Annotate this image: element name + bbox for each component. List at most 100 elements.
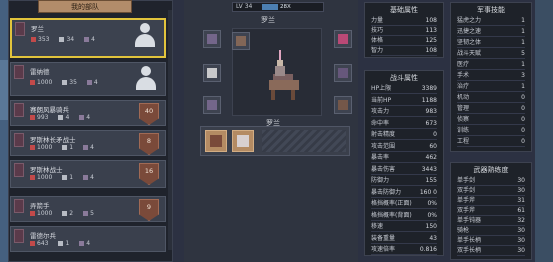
weapon-skills-panel: 武器熟练度 单手剑 30 双手剑 30 单手斧 31 双手斧 61 单手钝器 32 骑枪 30 单手长柄… [450,162,532,260]
stat-label: 单手斧 [457,197,476,204]
stat-row: 单手剑 30 [457,176,525,186]
stat-label: 当前HP [371,96,392,104]
empty-portrait-icon [134,23,156,47]
stat-label: 治疗 [457,83,470,90]
stat-value: 108 [425,17,437,24]
roster-scrollbar[interactable] [168,10,172,250]
shield-slot[interactable] [334,64,352,82]
stat-row: 当前HP 1188 [371,96,437,106]
inventory-item-potion[interactable] [232,130,254,152]
cape-icon [207,100,217,110]
accessory-slot[interactable] [203,64,221,82]
stat-value: 1 [521,83,525,90]
roster-unit[interactable]: 赛朗风暴骑兵 993 4 4 40 [10,100,166,126]
stat-value: 1188 [421,96,437,104]
xp-text: 28X [280,4,291,10]
unit-troops: 4 [58,114,69,121]
unit-stats: 643 1 4 [30,240,100,247]
stat-row: HP上限 3389 [371,84,437,94]
stat-label: 格挡概率(正面) [371,200,412,207]
stat-label: 单手剑 [457,177,476,184]
stat-label: 射击精度 [371,131,396,138]
shield-icon [58,115,64,120]
heart-icon [30,211,35,216]
unit-troops: 34 [59,36,74,43]
unit-portrait [14,103,24,117]
stat-label: 单手长柄 [457,237,482,244]
military-skills-title: 军事技能 [477,6,505,14]
stat-value: 0 [521,105,525,112]
unit-name: 罗兰 [31,25,44,33]
unit-count-badge: 16 [139,163,159,185]
stat-label: 体格 [371,37,384,44]
person-icon [79,115,85,120]
weapon-slot[interactable] [334,30,352,48]
horse-icon [210,135,222,147]
xp-fill [262,4,278,10]
stat-label: 管理 [457,105,470,112]
roster-unit[interactable]: 雷纳德 1000 35 4 [10,62,166,96]
person-icon [83,145,89,150]
stat-row: 工程 0 [457,137,525,147]
cape-slot[interactable] [203,96,221,114]
stat-value: 113 [425,27,437,34]
stat-label: 命中率 [371,119,390,127]
stat-value: 31 [517,197,525,204]
stat-row: 单手斧 31 [457,196,525,206]
heart-icon [30,175,35,180]
stat-value: 108 [425,47,437,54]
unit-level: 4 [79,114,90,121]
unit-portrait [14,65,24,79]
stat-label: 攻击力 [371,108,390,115]
stat-label: 攻击范围 [371,142,396,150]
stat-label: 防御力 [371,177,390,184]
stat-row: 射击精度 0 [371,130,437,140]
unit-count-badge: 8 [139,133,159,155]
unit-hp: 993 [30,114,48,121]
helmet-slot[interactable] [203,30,221,48]
stat-label: 力量 [371,17,384,24]
shield-icon [58,241,64,246]
horse-slot[interactable] [334,96,352,114]
inventory-item-horse[interactable] [205,130,227,152]
unit-troops: 1 [62,174,73,181]
unit-hp: 643 [30,240,48,247]
roster-unit[interactable]: 雷德尔兵 643 1 4 [10,226,166,252]
stat-value: 0.816 [419,246,437,253]
unit-portrait [14,163,24,177]
stat-row: 攻击范围 60 [371,142,437,152]
roster-unit[interactable]: 弄箭手 1000 2 5 9 [10,196,166,222]
stat-value: 43 [429,234,437,242]
stat-value: 0 [521,116,525,123]
stat-label: 格挡概率(背面) [371,211,412,219]
unit-name: 罗斯林长矛战士 [30,136,76,144]
shield-icon [338,68,348,78]
shield-icon [62,145,68,150]
stat-label: 训练 [457,127,470,134]
stat-row: 坚韧之体 1 [457,38,525,48]
stat-label: 骑枪 [457,227,470,234]
unit-portrait [14,133,24,147]
unit-portrait [14,229,24,243]
unit-hp: 353 [31,36,49,43]
stat-value: 150 [425,223,437,230]
stat-value: 3443 [421,165,437,173]
stat-label: 双手长柄 [457,247,482,254]
mount-slot[interactable] [232,32,250,50]
stat-value: 3 [521,72,525,79]
stat-value: 3389 [421,85,437,92]
unit-count-badge: 9 [139,199,159,221]
roster-unit[interactable]: 罗斯林长矛战士 1000 1 4 8 [10,130,166,156]
hero-figure [269,50,299,100]
hero-name-top: 罗兰 [261,16,275,24]
stat-value: 673 [425,119,437,127]
stat-label: HP上限 [371,85,392,92]
stat-value: 30 [517,227,525,234]
stat-value: 0 [521,94,525,101]
roster-unit[interactable]: 罗兰 353 34 4 [10,18,166,58]
stat-label: 侦察 [457,116,470,123]
stat-row: 手术 3 [457,71,525,81]
stat-row: 装备重量 43 [371,234,437,244]
unit-level: 4 [83,174,94,181]
roster-unit[interactable]: 罗斯林战士 1000 1 4 16 [10,160,166,188]
